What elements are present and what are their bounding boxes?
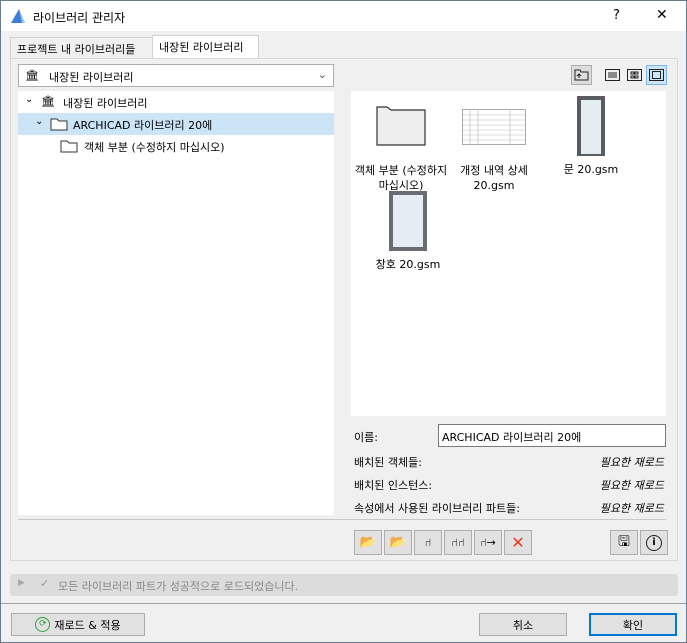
reload-apply-label: 재로드 & 적용 [54, 618, 121, 632]
ok-button[interactable]: 확인 [589, 613, 677, 636]
folder-icon [50, 118, 68, 131]
preview-item-window[interactable]: 창호 20.gsm [358, 191, 458, 272]
attribute-parts-label: 속성에서 사용된 라이브러리 파트들: [354, 502, 520, 515]
list-icon [605, 69, 620, 81]
title-bar: 라이브러리 관리자 ? ✕ [1, 1, 686, 31]
info-button[interactable]: i [640, 530, 668, 555]
preview-item-revision[interactable]: 개정 내역 상세 20.gsm [444, 101, 544, 193]
folder-icon [60, 140, 78, 153]
tree-item-label: 내장된 라이브러리 [63, 97, 148, 110]
item-label: 객체 부분 (수정하지 마십시오) [354, 164, 448, 192]
folder-up-icon [574, 69, 589, 81]
grid-icon [627, 69, 642, 81]
library-manager-dialog: 라이브러리 관리자 ? ✕ 프로젝트 내 라이브러리들 내장된 라이브러리 🏛 … [0, 0, 687, 643]
tree-item-object-parts[interactable]: 객체 부분 (수정하지 마십시오) [18, 135, 334, 157]
item-label: 창호 20.gsm [375, 258, 441, 271]
tree-item-embedded-library[interactable]: ⌄ 🏛 내장된 라이브러리 [18, 91, 334, 113]
archicad-logo-icon [11, 9, 25, 23]
tab-project-libraries[interactable]: 프로젝트 내 라이브러리들 [10, 37, 153, 58]
check-icon: ✓ [40, 577, 50, 590]
dropdown-value: 내장된 라이브러리 [49, 71, 134, 84]
placed-objects-value: 필요한 재로드 [599, 456, 664, 469]
item-label: 문 20.gsm [563, 163, 619, 176]
large-icon-view-button[interactable] [646, 65, 667, 85]
chair-move-icon: ⑁→ [480, 536, 496, 549]
help-button[interactable]: ? [613, 8, 620, 23]
reload-icon: ⟳ [35, 617, 51, 632]
item-label: 개정 내역 상세 20.gsm [460, 164, 528, 192]
footer-divider [1, 603, 686, 604]
delete-x-icon: ✕ [511, 533, 525, 552]
grid-view-button[interactable] [624, 65, 645, 85]
preview-item-folder[interactable]: 객체 부분 (수정하지 마십시오) [351, 101, 451, 193]
preview-panel: 객체 부분 (수정하지 마십시오) 개정 내역 상세 20.gsm 문 20.g… [351, 91, 666, 416]
status-bar: ▶ ✓ 모든 라이브러리 파트가 성공적으로 로드되었습니다. [10, 574, 678, 596]
tab-embedded-library[interactable]: 내장된 라이브러리 [152, 35, 259, 59]
delete-button[interactable]: ✕ [504, 530, 532, 555]
objects-button[interactable]: ⑁⑁ [444, 530, 472, 555]
chairs-icon: ⑁⑁ [451, 536, 465, 549]
preview-item-door[interactable]: 문 20.gsm [541, 96, 641, 177]
tree-item-label: 객체 부분 (수정하지 마십시오) [84, 141, 225, 154]
add-folder-button[interactable]: 📂 [354, 530, 382, 555]
chevron-down-icon: ⌄ [317, 68, 327, 81]
save-export-icon: 🖫 [618, 533, 630, 550]
cancel-button[interactable]: 취소 [479, 613, 567, 636]
folder-add-icon: 📂 [359, 535, 377, 550]
window-thumbnail-icon [389, 191, 427, 251]
folder-icon [376, 106, 426, 146]
library-dropdown[interactable]: 🏛 내장된 라이브러리 ⌄ [18, 64, 334, 87]
name-label: 이름: [354, 431, 378, 444]
attribute-parts-value: 필요한 재로드 [599, 502, 664, 515]
export-folder-button[interactable]: 📂 [384, 530, 412, 555]
placed-objects-label: 배치된 객체들: [354, 456, 422, 469]
folder-export-icon: 📂 [389, 535, 407, 550]
door-thumbnail-icon [577, 96, 605, 156]
window-title: 라이브러리 관리자 [33, 11, 126, 25]
library-tree: ⌄ 🏛 내장된 라이브러리 ⌄ ARCHICAD 라이브러리 20에 객체 부분… [18, 91, 334, 515]
large-icon-icon [649, 69, 664, 81]
tree-item-label: ARCHICAD 라이브러리 20에 [73, 119, 213, 132]
chevron-down-icon: ⌄ [35, 116, 44, 127]
tree-item-archicad-library[interactable]: ⌄ ARCHICAD 라이브러리 20에 [18, 113, 334, 135]
reload-apply-button[interactable]: ⟳ 재로드 & 적용 [11, 613, 145, 636]
library-icon: 🏛 [41, 95, 55, 108]
expand-arrow-icon[interactable]: ▶ [18, 578, 25, 588]
schedule-thumbnail-icon [462, 109, 526, 145]
chair-arrow-icon: ⑁ [424, 536, 432, 549]
placed-instances-value: 필요한 재로드 [599, 479, 664, 492]
name-field[interactable]: ARCHICAD 라이브러리 20에 [438, 424, 666, 447]
library-icon: 🏛 [25, 69, 39, 82]
chevron-down-icon: ⌄ [25, 94, 34, 105]
close-button[interactable]: ✕ [656, 7, 668, 23]
status-message: 모든 라이브러리 파트가 성공적으로 로드되었습니다. [58, 580, 299, 593]
parent-folder-button[interactable] [571, 65, 592, 85]
save-button[interactable]: 🖫 [610, 530, 638, 555]
object-export-button[interactable]: ⑁ [414, 530, 442, 555]
list-view-button[interactable] [602, 65, 623, 85]
placed-instances-label: 배치된 인스턴스: [354, 479, 433, 492]
object-move-button[interactable]: ⑁→ [474, 530, 502, 555]
divider [18, 519, 666, 520]
info-icon: i [646, 534, 662, 551]
